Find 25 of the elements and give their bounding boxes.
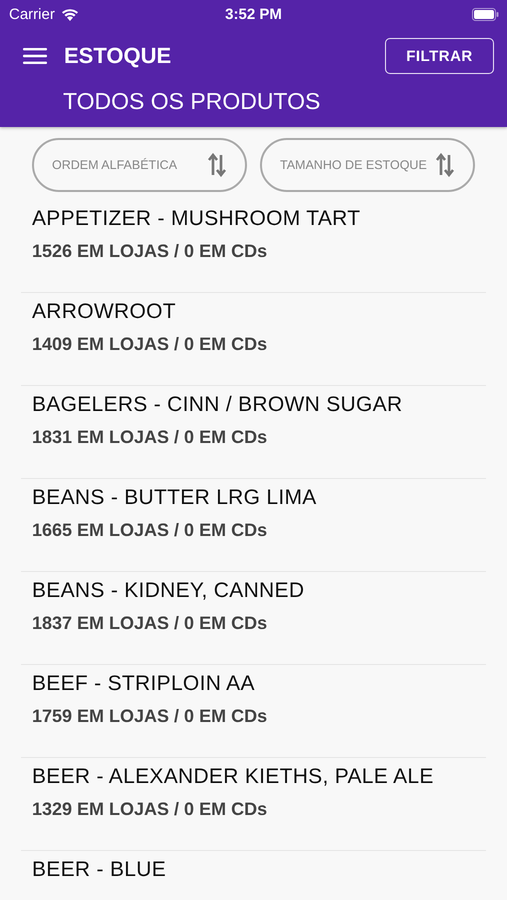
status-time: 3:52 PM: [224, 6, 283, 22]
stock-count: 1759 EM LOJAS / 0 EM CDs: [32, 706, 268, 727]
product-name[interactable]: BEER - ALEXANDER KIETHS, PALE ALE: [32, 765, 486, 789]
stock-count: 1831 EM LOJAS / 0 EM CDs: [32, 427, 268, 448]
battery-icon: [472, 8, 499, 20]
stock-count: 1329 EM LOJAS / 0 EM CDs: [32, 799, 268, 820]
product-name[interactable]: BEANS - KIDNEY, CANNED: [32, 579, 486, 603]
product-name[interactable]: ARROWROOT: [32, 300, 486, 324]
product-name[interactable]: BAGELERS - CINN / BROWN SUGAR: [32, 393, 486, 417]
stock-count: 1837 EM LOJAS / 0 EM CDs: [32, 613, 268, 634]
sort-icon: [207, 153, 227, 177]
product-name[interactable]: BEER - BLUE: [32, 858, 486, 882]
section-title: TODOS OS PRODUTOS: [63, 88, 322, 115]
product-name[interactable]: BEANS - BUTTER LRG LIMA: [32, 486, 486, 510]
product-name[interactable]: BEEF - STRIPLOIN AA: [32, 672, 486, 696]
filter-button[interactable]: FILTRAR: [385, 38, 494, 74]
stock-count: 1526 EM LOJAS / 0 EM CDs: [32, 241, 268, 262]
stock-count: 1665 EM LOJAS / 0 EM CDs: [32, 520, 268, 541]
product-name[interactable]: APPETIZER - MUSHROOM TART: [32, 207, 486, 231]
carrier-label: Carrier: [9, 6, 55, 22]
sort-icon: [435, 153, 455, 177]
menu-icon[interactable]: [23, 47, 47, 65]
wifi-icon: [60, 8, 79, 20]
page-title: ESTOQUE: [64, 43, 172, 69]
stock-count: 1409 EM LOJAS / 0 EM CDs: [32, 334, 268, 355]
